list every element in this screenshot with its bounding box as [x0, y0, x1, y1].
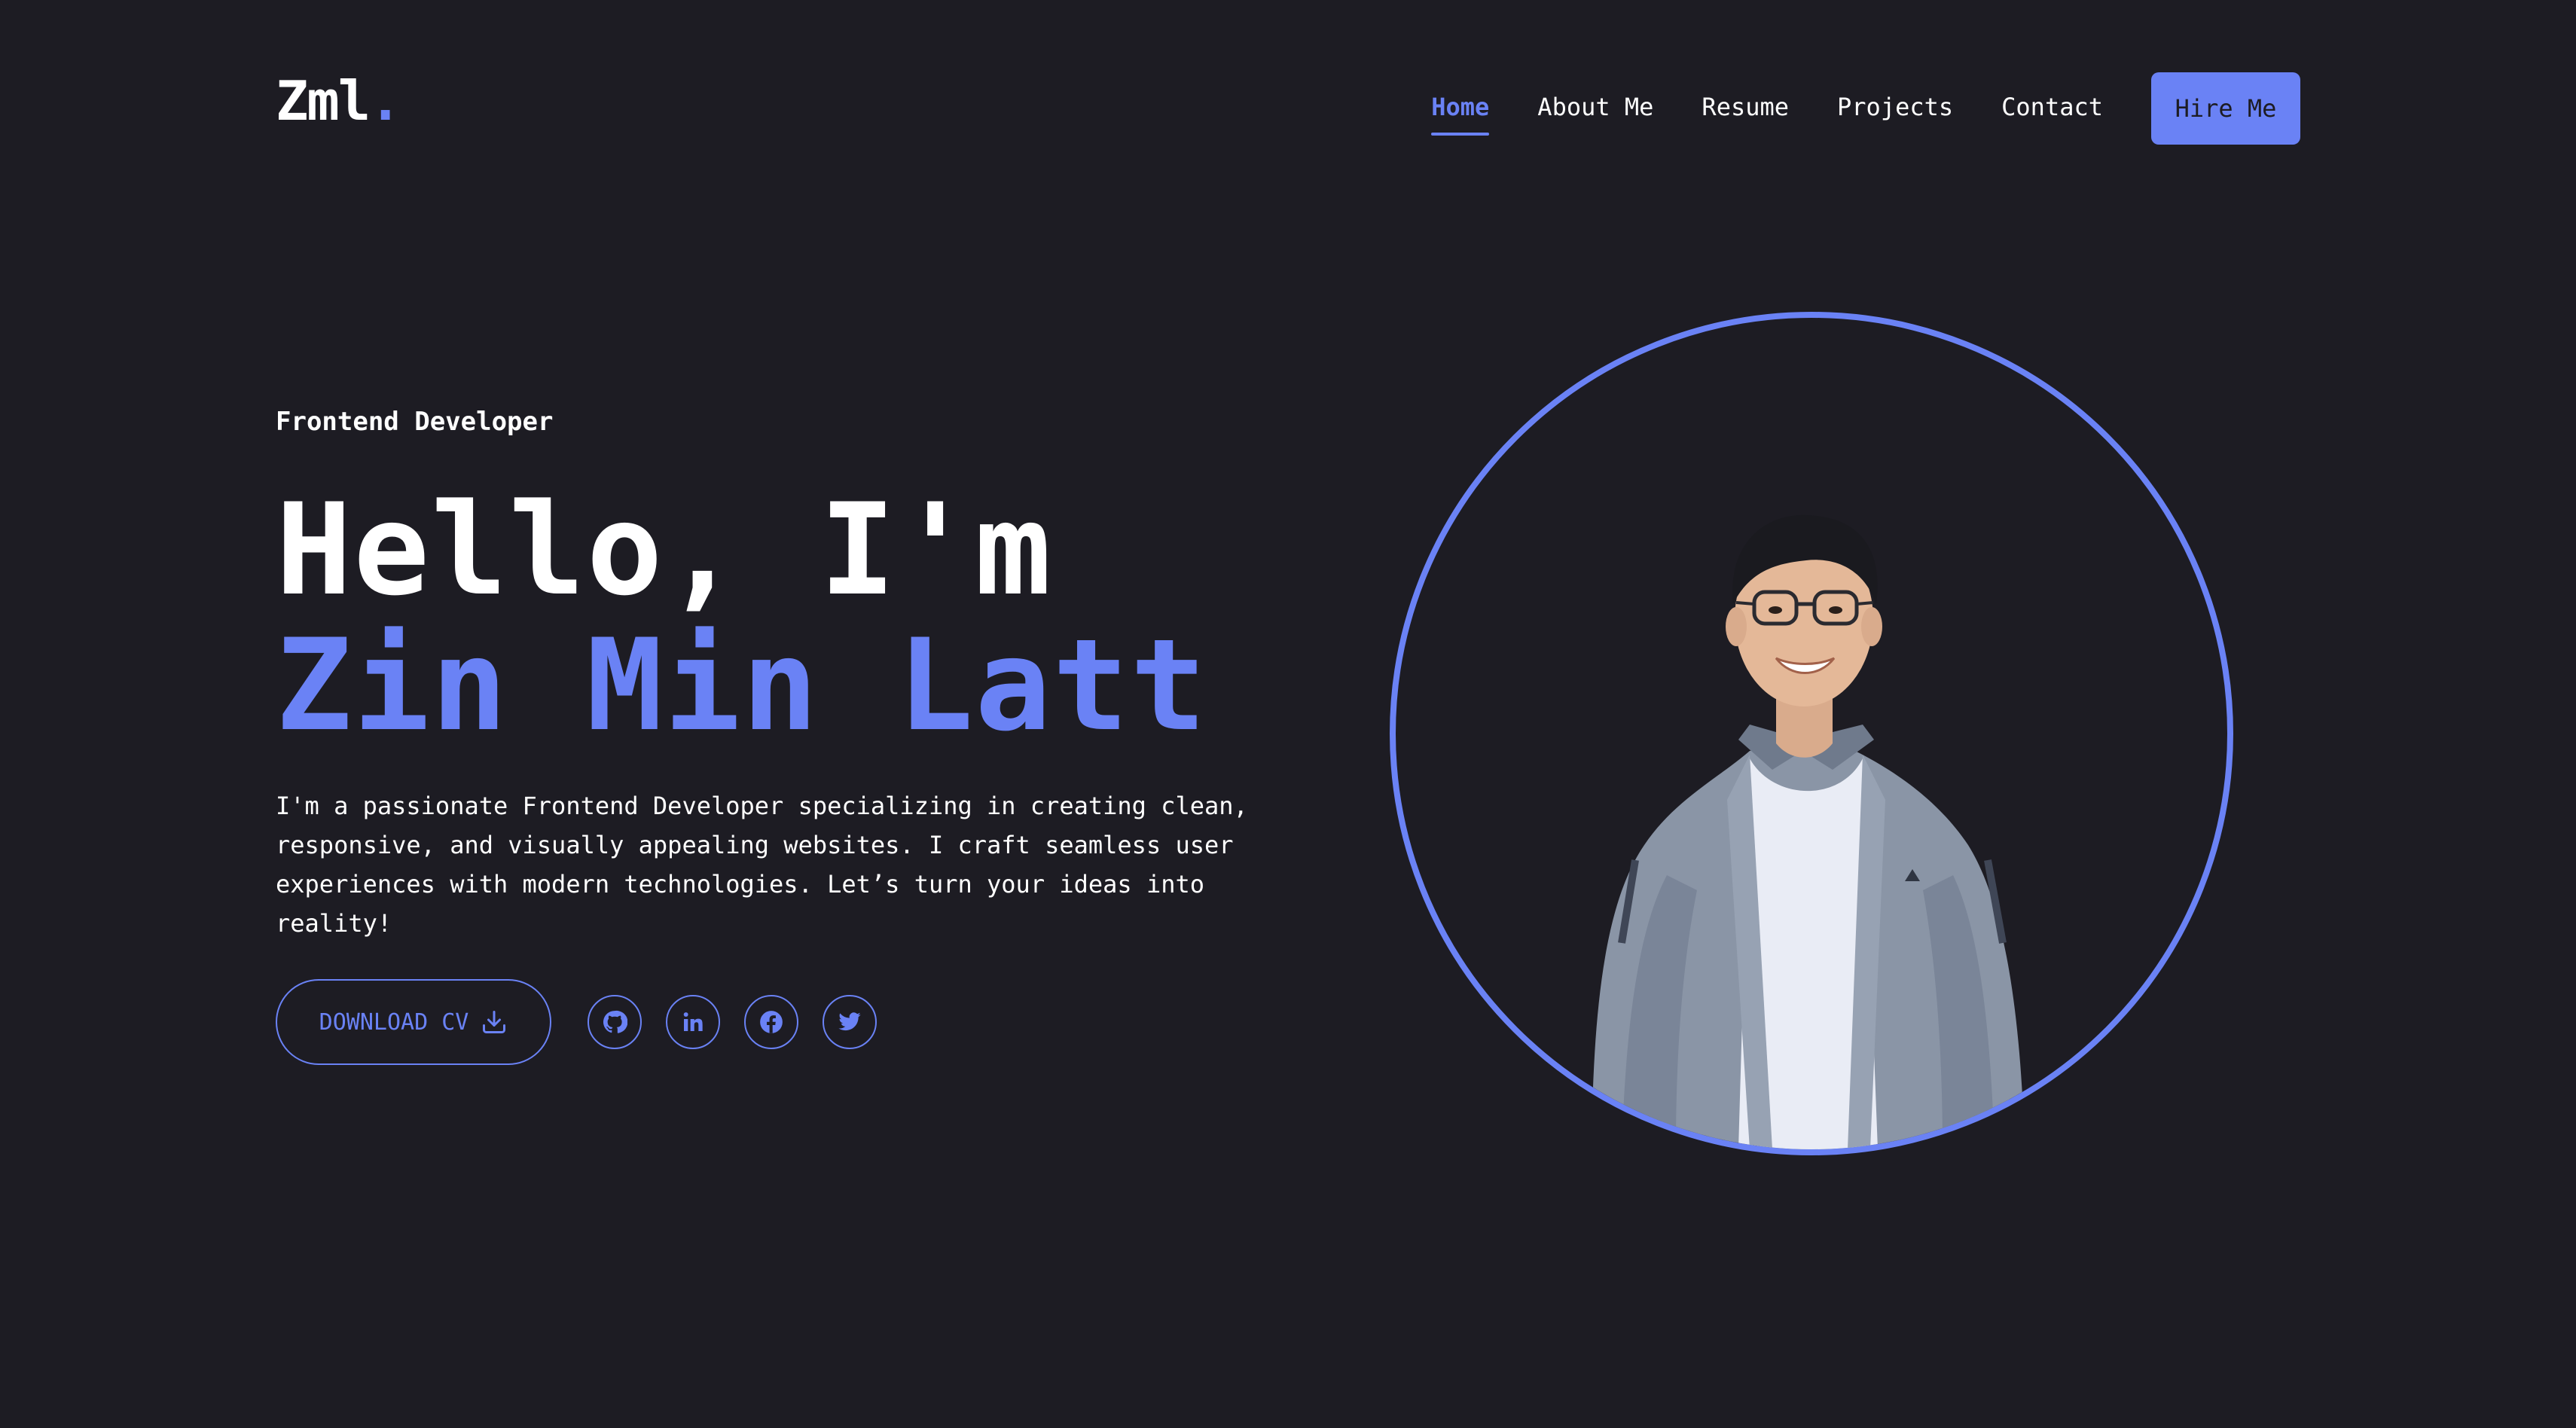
greeting-text: Hello, I'm: [276, 476, 1053, 624]
hero-headline: Hello, I'm Zin Min Latt: [276, 482, 1208, 753]
nav-home[interactable]: Home: [1431, 95, 1490, 136]
linkedin-icon: [683, 1012, 703, 1031]
twitter-icon: [838, 1012, 861, 1031]
portrait-illustration: [1592, 514, 2025, 1149]
hire-me-button[interactable]: Hire Me: [2151, 72, 2300, 145]
linkedin-link[interactable]: [666, 995, 720, 1049]
github-icon: [603, 1010, 627, 1033]
github-link[interactable]: [588, 995, 642, 1049]
twitter-link[interactable]: [823, 995, 877, 1049]
bio-paragraph: I'm a passionate Frontend Developer spec…: [276, 792, 1248, 938]
logo-text: Zml: [276, 69, 371, 133]
logo-dot: .: [369, 69, 401, 133]
social-links: [588, 995, 901, 1049]
logo[interactable]: Zml.: [276, 74, 401, 128]
download-cv-label: DOWNLOAD CV: [319, 1008, 469, 1036]
nav-contact[interactable]: Contact: [2001, 95, 2103, 122]
role-subtitle: Frontend Developer: [276, 407, 554, 437]
nav-about-me[interactable]: About Me: [1537, 95, 1653, 122]
facebook-link[interactable]: [744, 995, 798, 1049]
profile-photo: [1390, 312, 2233, 1155]
main-nav: Home About Me Resume Projects Contact Hi…: [1431, 72, 2300, 145]
nav-resume[interactable]: Resume: [1702, 95, 1789, 122]
download-icon: [483, 1011, 506, 1033]
download-cv-button[interactable]: DOWNLOAD CV: [276, 979, 551, 1065]
name-text: Zin Min Latt: [276, 612, 1208, 759]
facebook-icon: [760, 1011, 783, 1033]
nav-projects[interactable]: Projects: [1837, 95, 1953, 122]
